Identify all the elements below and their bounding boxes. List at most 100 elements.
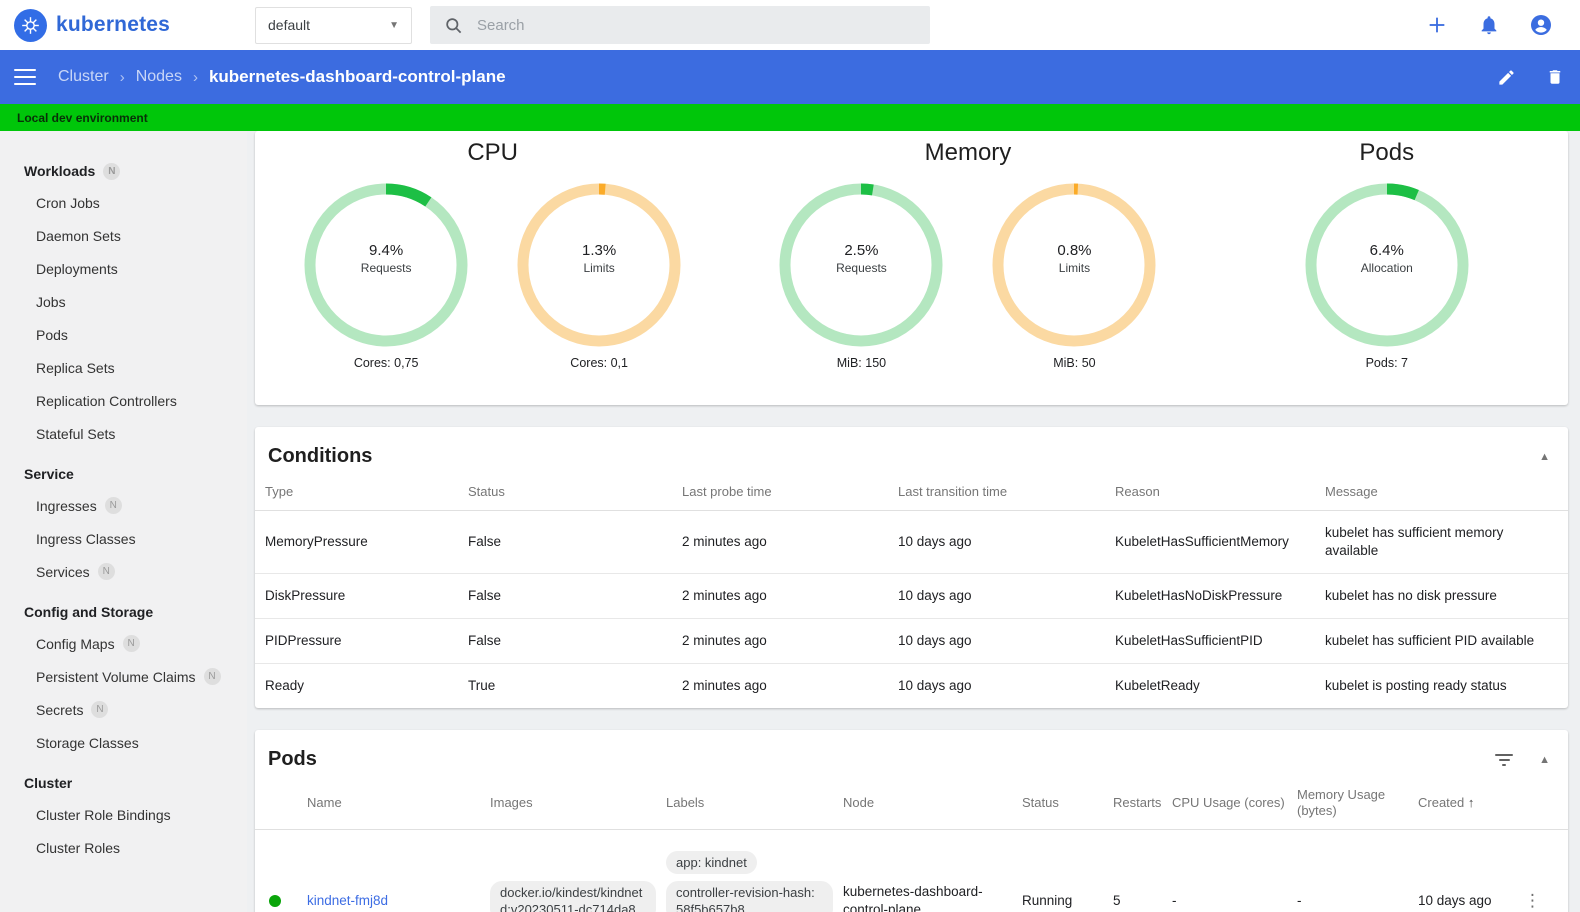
donut-percent-value: 6.4%	[1369, 241, 1404, 259]
condition-reason: KubeletReady	[1115, 678, 1200, 693]
donut-total: Cores: 0,1	[570, 356, 628, 370]
pods-allocation-group: Pods 6.4% Allocation Pods: 7	[1206, 139, 1568, 405]
environment-banner-text: Local dev environment	[17, 110, 148, 125]
breadcrumb-nodes[interactable]: Nodes	[136, 68, 182, 86]
sidebar-item-label: Stateful Sets	[36, 425, 116, 442]
condition-message: kubelet has no disk pressure	[1325, 588, 1497, 603]
edit-pencil-icon[interactable]	[1497, 68, 1516, 87]
column-header: Message	[1325, 484, 1378, 499]
cpu-limits-donut-chart: 1.3% Limits Cores: 0,1	[517, 183, 681, 370]
menu-hamburger-icon[interactable]	[14, 69, 36, 85]
sidebar-item-label: Daemon Sets	[36, 227, 121, 244]
search-bar[interactable]	[430, 6, 930, 44]
donut-total: Pods: 7	[1365, 356, 1408, 370]
chevron-down-icon: ▼	[389, 19, 399, 31]
sidebar-item-persistent-volume-claims[interactable]: Persistent Volume Claims N	[0, 660, 247, 693]
sidebar-group-service[interactable]: Service	[0, 459, 247, 489]
condition-last-probe: 2 minutes ago	[682, 633, 767, 648]
sidebar-group-config-storage[interactable]: Config and Storage	[0, 597, 247, 627]
condition-message: kubelet has sufficient PID available	[1325, 633, 1535, 648]
namespace-selector[interactable]: default ▼	[255, 6, 412, 44]
condition-type: Ready	[265, 678, 305, 693]
sidebar-item-replication-controllers[interactable]: Replication Controllers	[0, 384, 247, 417]
breadcrumb-cluster[interactable]: Cluster	[58, 68, 109, 86]
sidebar-item-jobs[interactable]: Jobs	[0, 285, 247, 318]
delete-trash-icon[interactable]	[1546, 68, 1564, 87]
sidebar-item-daemon-sets[interactable]: Daemon Sets	[0, 219, 247, 252]
brand-name: kubernetes	[56, 13, 171, 36]
collapse-section-icon[interactable]: ▲	[1539, 451, 1550, 463]
breadcrumb-bar: Cluster › Nodes › kubernetes-dashboard-c…	[0, 50, 1580, 104]
donut-percent-value: 2.5%	[844, 241, 879, 259]
donut-label: Limits	[583, 260, 615, 275]
condition-last-probe: 2 minutes ago	[682, 678, 767, 693]
sidebar-item-stateful-sets[interactable]: Stateful Sets	[0, 417, 247, 450]
conditions-table: Type Status Last probe time Last transit…	[255, 474, 1568, 708]
sidebar-item-label: Ingresses	[36, 497, 97, 514]
sidebar-item-label: Config Maps	[36, 635, 115, 652]
filter-icon[interactable]	[1495, 753, 1514, 766]
brand[interactable]: kubernetes	[0, 8, 247, 42]
row-actions-kebab-icon[interactable]: ⋮	[1524, 891, 1541, 910]
column-header: Last transition time	[898, 484, 1008, 499]
donut-percent-value: 0.8%	[1057, 241, 1092, 259]
pod-name-link[interactable]: kindnet-fmj8d	[307, 893, 388, 908]
column-header: Status	[468, 484, 505, 499]
sidebar-item-pods[interactable]: Pods	[0, 318, 247, 351]
column-header-sorted[interactable]: Created ↑	[1418, 777, 1524, 830]
sidebar-item-label: Persistent Volume Claims	[36, 668, 196, 685]
collapse-section-icon[interactable]: ▲	[1539, 754, 1550, 766]
namespaced-badge: N	[122, 635, 140, 652]
conditions-header-row: Type Status Last probe time Last transit…	[255, 474, 1568, 511]
app-bar: kubernetes default ▼	[0, 0, 1580, 50]
sidebar-group-label: Service	[24, 466, 74, 482]
user-account-icon[interactable]	[1528, 12, 1554, 38]
pod-created: 10 days ago	[1418, 893, 1492, 908]
notifications-bell-icon[interactable]	[1476, 12, 1502, 38]
sidebar-item-label: Ingress Classes	[36, 530, 136, 547]
condition-type: MemoryPressure	[265, 534, 368, 549]
condition-status: False	[468, 588, 502, 603]
sidebar-item-services[interactable]: Services N	[0, 555, 247, 588]
donut-total: Cores: 0,75	[353, 356, 419, 370]
create-resource-button[interactable]	[1424, 12, 1450, 38]
condition-status: True	[468, 678, 496, 693]
chevron-right-icon: ›	[192, 68, 198, 86]
condition-status: False	[468, 534, 502, 549]
kubernetes-logo-icon	[14, 8, 47, 42]
condition-type: PIDPressure	[265, 633, 342, 648]
column-header: Reason	[1115, 484, 1160, 499]
sidebar-item-deployments[interactable]: Deployments	[0, 252, 247, 285]
sidebar-item-cluster-role-bindings[interactable]: Cluster Role Bindings	[0, 798, 247, 831]
sidebar-group-workloads[interactable]: Workloads N	[0, 156, 247, 186]
sidebar-item-secrets[interactable]: Secrets N	[0, 693, 247, 726]
pod-memory-usage: -	[1297, 893, 1302, 908]
sidebar-item-storage-classes[interactable]: Storage Classes	[0, 726, 247, 759]
sidebar-group-label: Config and Storage	[24, 604, 154, 620]
condition-last-transition: 10 days ago	[898, 633, 972, 648]
namespaced-badge: N	[203, 668, 221, 685]
pods-card: Pods ▲ Name Images Labels Node Status Re…	[255, 730, 1568, 912]
column-header: Last probe time	[682, 484, 772, 499]
column-header: Labels	[666, 795, 705, 810]
sidebar-item-replica-sets[interactable]: Replica Sets	[0, 351, 247, 384]
sidebar-item-ingresses[interactable]: Ingresses N	[0, 489, 247, 522]
sidebar-group-label: Cluster	[24, 775, 73, 791]
search-input[interactable]	[477, 16, 916, 34]
pod-image-chip: docker.io/kindest/kindnetd:v20230511-dc7…	[490, 881, 656, 912]
cpu-allocation-group: CPU 9.4% Requests Cores: 0,75 1.3% Limit…	[255, 139, 730, 405]
pods-chart-title: Pods	[1359, 139, 1415, 166]
cpu-requests-donut-chart: 9.4% Requests Cores: 0,75	[304, 183, 468, 370]
sidebar-item-label: Deployments	[36, 260, 118, 277]
sidebar-item-ingress-classes[interactable]: Ingress Classes	[0, 522, 247, 555]
sidebar-item-cron-jobs[interactable]: Cron Jobs	[0, 186, 247, 219]
sidebar-item-cluster-roles[interactable]: Cluster Roles	[0, 831, 247, 864]
namespaced-badge: N	[103, 162, 121, 180]
pod-labels: app: kindnet controller-revision-hash: 5…	[666, 843, 833, 912]
sidebar-item-config-maps[interactable]: Config Maps N	[0, 627, 247, 660]
row-actions-column	[1524, 777, 1568, 830]
chevron-right-icon: ›	[119, 68, 125, 86]
pods-title: Pods	[268, 748, 317, 770]
sidebar-group-cluster[interactable]: Cluster	[0, 768, 247, 798]
donut-total: MiB: 50	[1053, 356, 1096, 370]
